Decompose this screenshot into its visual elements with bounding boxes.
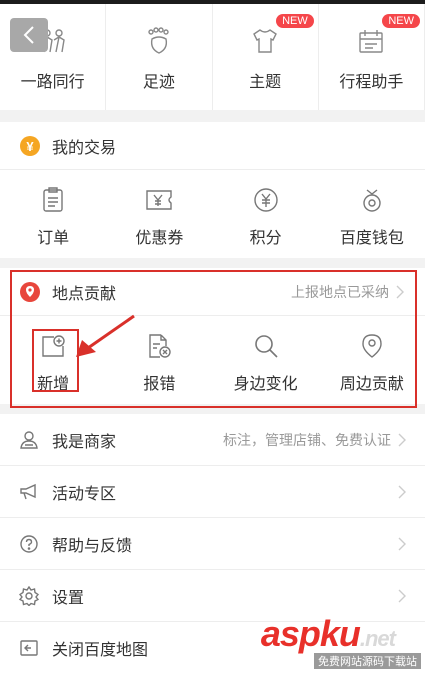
- list-item-close-app[interactable]: 关闭百度地图: [0, 622, 425, 673]
- svg-text:¥: ¥: [26, 139, 34, 154]
- shortcut-trip-assistant[interactable]: NEW 行程助手: [319, 4, 425, 110]
- report-error-icon: [145, 332, 173, 360]
- footprint-icon: [144, 26, 174, 56]
- place-item-nearby-changes[interactable]: 身边变化: [213, 316, 319, 404]
- my-trade-section: ¥ 我的交易 订单 优惠券 积分 百度钱包: [0, 122, 425, 258]
- place-item-surrounding[interactable]: 周边贡献: [319, 316, 425, 404]
- place-contribution-section: 地点贡献 上报地点已采纳 新增 报错 身边变化 周边贡献: [0, 268, 425, 404]
- shortcut-label: 足迹: [142, 72, 175, 91]
- chevron-left-icon: [23, 26, 34, 44]
- section-header[interactable]: 地点贡献 上报地点已采纳: [0, 268, 425, 316]
- section-header: ¥ 我的交易: [0, 122, 425, 170]
- yuan-circle-icon: ¥: [20, 135, 40, 156]
- calendar-icon: [356, 26, 386, 56]
- list-item-label: 关闭百度地图: [52, 640, 149, 659]
- new-badge: NEW: [382, 14, 420, 28]
- trade-item-orders[interactable]: 订单: [0, 170, 106, 258]
- tshirt-icon: [250, 26, 280, 56]
- shortcut-theme[interactable]: NEW 主题: [213, 4, 319, 110]
- shortcut-label: 主题: [249, 72, 282, 91]
- wallet-icon: [358, 186, 386, 214]
- list-item-activities[interactable]: 活动专区: [0, 466, 425, 518]
- exit-icon: [18, 637, 40, 659]
- order-icon: [39, 186, 67, 214]
- search-icon: [252, 332, 280, 360]
- place-item-label: 身边变化: [233, 374, 298, 393]
- merchant-icon: [18, 429, 40, 451]
- chevron-right-icon: [398, 433, 406, 446]
- gear-icon: [18, 585, 40, 607]
- points-icon: [252, 186, 280, 214]
- trade-item-wallet[interactable]: 百度钱包: [319, 170, 425, 258]
- section-title: 我的交易: [52, 137, 117, 157]
- help-icon: [18, 533, 40, 555]
- list-item-label: 设置: [52, 587, 85, 607]
- coupon-icon: [145, 186, 173, 214]
- top-shortcut-grid: 一路同行 足迹 NEW 主题 NEW 行程助手: [0, 4, 425, 110]
- list-item-merchant[interactable]: 我是商家 标注，管理店铺、免费认证: [0, 414, 425, 466]
- chevron-right-icon: [398, 537, 406, 550]
- location-pin-icon: [20, 281, 40, 302]
- section-title: 地点贡献: [52, 283, 117, 303]
- list-item-label: 帮助与反馈: [52, 535, 133, 555]
- place-item-report-error[interactable]: 报错: [106, 316, 212, 404]
- shortcut-footprint[interactable]: 足迹: [106, 4, 213, 110]
- list-item-label: 活动专区: [52, 483, 117, 503]
- chevron-right-icon: [396, 285, 404, 298]
- trade-item-label: 订单: [37, 228, 70, 247]
- new-badge: NEW: [276, 14, 314, 28]
- back-button[interactable]: [10, 18, 48, 52]
- list-item-help[interactable]: 帮助与反馈: [0, 518, 425, 570]
- add-place-icon: [39, 332, 67, 360]
- list-item-subtitle: 标注，管理店铺、免费认证: [223, 432, 391, 449]
- pin-outline-icon: [358, 332, 386, 360]
- place-item-label: 报错: [143, 374, 176, 393]
- place-item-label: 周边贡献: [339, 374, 404, 393]
- trade-item-label: 百度钱包: [339, 228, 404, 247]
- chevron-right-icon: [398, 589, 406, 602]
- megaphone-icon: [18, 481, 40, 503]
- trade-item-label: 积分: [249, 228, 282, 247]
- settings-list: 我是商家 标注，管理店铺、免费认证 活动专区 帮助与反馈 设置 关闭百度地图: [0, 414, 425, 673]
- place-item-label: 新增: [37, 374, 70, 393]
- trade-item-coupons[interactable]: 优惠券: [106, 170, 212, 258]
- section-subtitle: 上报地点已采纳: [291, 284, 389, 301]
- list-item-label: 我是商家: [52, 431, 117, 451]
- shortcut-label: 一路同行: [20, 72, 85, 91]
- shortcut-label: 行程助手: [339, 72, 404, 91]
- list-item-settings[interactable]: 设置: [0, 570, 425, 622]
- place-item-add[interactable]: 新增: [0, 316, 106, 404]
- trade-item-label: 优惠券: [135, 228, 184, 247]
- trade-item-points[interactable]: 积分: [213, 170, 319, 258]
- chevron-right-icon: [398, 485, 406, 498]
